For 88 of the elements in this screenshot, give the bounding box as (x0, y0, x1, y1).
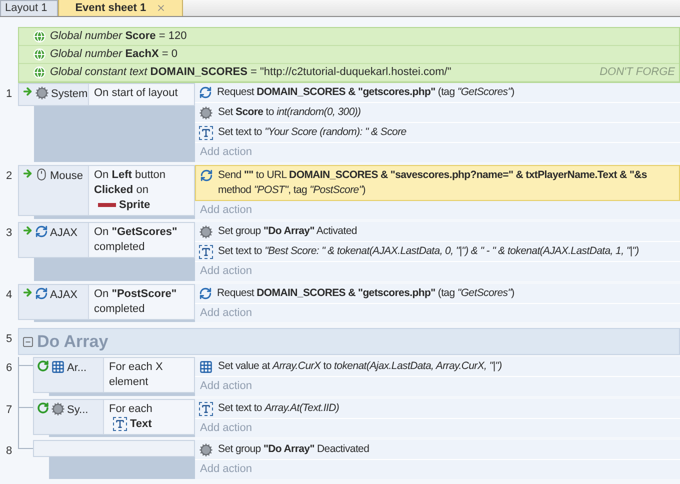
condition-row[interactable]: AJAX On "GetScores" completed (18, 222, 195, 258)
sprite-icon (98, 203, 116, 207)
text-object-icon (113, 417, 127, 431)
arrow-icon (22, 286, 33, 298)
event-number: 5 (6, 333, 12, 345)
tab[interactable]: Layout 1 (0, 0, 58, 16)
text-object-icon (199, 126, 213, 140)
object-name: AJAX (50, 288, 78, 302)
tab[interactable]: Event sheet 1 (58, 0, 184, 16)
action-row[interactable]: Set text to "Best Score: " & tokenat(AJAX.LastData, 0, "|") & " - " & tokenat(AJAX.LastData, 1, "|") (195, 242, 680, 262)
condition-row[interactable]: Mouse On Left button Clicked on Sprite (18, 164, 195, 216)
close-icon[interactable] (156, 3, 166, 13)
condition-text: On "GetScores" completed (94, 226, 178, 253)
action-row[interactable]: Request DOMAIN_SCORES & "getscores.php" (tag "GetScores") (195, 83, 680, 103)
gear-icon (199, 106, 213, 120)
gear-icon (35, 86, 49, 100)
loop-icon (37, 360, 49, 372)
object-name: Sy... (67, 402, 88, 418)
object-name: System (51, 87, 88, 102)
action-text: Set text to "Best Score: " & tokenat(AJAX.LastData, 0, "|") & " - " & tokenat(AJAX.LastData, 1, "|") (218, 244, 639, 259)
object-name: AJAX (50, 226, 78, 241)
text-object-icon (199, 402, 213, 416)
condition-text: For each (109, 402, 152, 414)
refresh-icon (199, 286, 212, 300)
collapse-icon[interactable] (22, 336, 34, 348)
arrow-icon (22, 168, 33, 178)
refresh-icon (199, 86, 212, 99)
comment-text: DON'T FORGE (600, 65, 675, 80)
global-variable-text: Global number Score = 120 (50, 29, 187, 44)
global-variable-text: Global constant text DOMAIN_SCORES = "http://c2tutorial-duquekarl.hostei.com/" (50, 65, 452, 80)
gear-icon (199, 443, 213, 457)
globe-icon (33, 30, 46, 43)
action-text: Set Score to int(random(0, 300)) (218, 105, 361, 120)
action-row[interactable]: Set group "Do Array" Activated (195, 222, 680, 242)
condition-text: On start of layout (94, 87, 178, 99)
action-row[interactable]: Set text to "Your Score (random): " & Score (195, 123, 680, 143)
loop-icon (37, 402, 49, 414)
event-number: 1 (6, 88, 12, 100)
action-row[interactable]: Send "" to URL DOMAIN_SCORES & "savescores.php?name=" & txtPlayerName.Text & "&s method "POST", tag "PostScore") (195, 164, 680, 200)
action-row[interactable]: Set Score to int(random(0, 300)) (195, 103, 680, 123)
action-row[interactable]: Set group "Do Array" Deactivated (195, 440, 680, 460)
event-number: 3 (6, 227, 12, 239)
condition-text: For each X element (109, 361, 163, 388)
action-row[interactable]: Request DOMAIN_SCORES & "getscores.php" (tag "GetScores") (195, 284, 680, 304)
action-text: Request DOMAIN_SCORES & "getscores.php" (tag "GetScores") (217, 85, 514, 100)
action-text: Set text to Array.At(Text.IID) (218, 400, 340, 416)
global-variable-text: Global number EachX = 0 (50, 47, 178, 62)
event-number: 6 (6, 362, 12, 374)
action-text: Set group "Do Array" Deactivated (218, 442, 370, 457)
grid-icon (199, 360, 213, 374)
arrow-icon (22, 225, 33, 236)
globe-icon (33, 48, 46, 61)
object-name: Mouse (50, 168, 84, 184)
action-text: Set text to "Your Score (random): " & Score (218, 125, 406, 140)
action-text: method "POST", tag "PostScore") (218, 182, 366, 198)
refresh-icon (35, 225, 48, 238)
action-text: Set group "Do Array" Activated (218, 224, 357, 239)
refresh-icon (200, 168, 213, 182)
object-name: Text (130, 416, 152, 432)
action-text: Request DOMAIN_SCORES & "getscores.php" (tag "GetScores") (217, 286, 514, 300)
condition-row[interactable]: Ar... For each X element (33, 357, 195, 393)
group-title: Do Array (37, 330, 108, 353)
global-variable-row[interactable]: Global number EachX = 0 (19, 46, 679, 64)
mouse-icon (35, 168, 48, 180)
condition-row[interactable]: System On start of layout (18, 83, 195, 106)
event-number: 7 (6, 404, 12, 416)
arrow-icon (22, 86, 33, 97)
action-row[interactable]: Set value at Array.CurX to tokenat(Ajax.LastData, Array.CurX, "|") (195, 357, 680, 377)
action-row[interactable]: Set text to Array.At(Text.IID) (195, 398, 680, 418)
condition-row[interactable]: Sy... For each Text (33, 398, 195, 435)
global-variable-row[interactable]: Global number Score = 120 (19, 28, 679, 46)
gear-icon (199, 225, 213, 239)
condition-row[interactable]: AJAX On "PostScore" completed (18, 284, 195, 320)
event-number: 2 (6, 170, 12, 182)
grid-icon (51, 360, 65, 374)
event-number: 4 (6, 288, 12, 300)
action-text: Send "" to URL DOMAIN_SCORES & "savescores.php?name=" & txtPlayerName.Text & "&s (218, 168, 647, 182)
global-variable-row[interactable]: Global constant text DOMAIN_SCORES = "http://c2tutorial-duquekarl.hostei.com/" DON'T FORGE (19, 64, 679, 82)
action-text: Set value at Array.CurX to tokenat(Ajax.LastData, Array.CurX, "|") (218, 359, 502, 374)
refresh-icon (35, 286, 48, 300)
condition-text: On Left button Clicked on (94, 168, 166, 196)
event-number: 8 (6, 445, 12, 457)
condition-text: On "PostScore" completed (94, 288, 177, 314)
gear-icon (51, 402, 65, 416)
text-object-icon (199, 245, 213, 259)
object-name: Sprite (119, 198, 150, 212)
object-name: Ar... (67, 361, 87, 376)
globe-icon (33, 66, 46, 79)
